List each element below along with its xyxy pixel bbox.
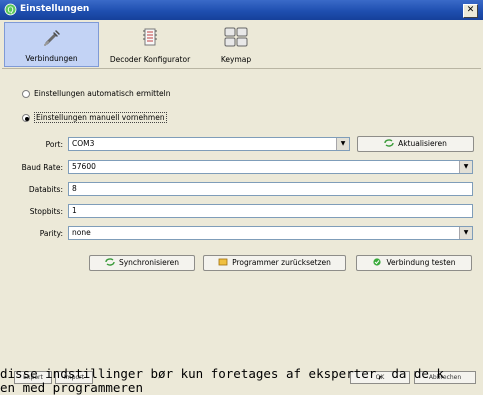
tab-verbindungen[interactable]: Verbindungen: [4, 22, 99, 67]
refresh-icon: [384, 139, 394, 147]
window-title: Einstellungen: [20, 4, 90, 14]
tab-label: Verbindungen: [25, 54, 78, 63]
radio-circle[interactable]: [22, 114, 30, 122]
settings-toolbar: Verbindungen Decoder Konfigurator Keymap: [2, 22, 481, 69]
cancel-button[interactable]: Abbrechen: [414, 371, 476, 384]
sync-icon: [105, 258, 115, 266]
chevron-down-icon[interactable]: ▼: [459, 227, 472, 239]
synchronize-button[interactable]: Synchronisieren: [89, 255, 195, 271]
databits-input[interactable]: 8: [68, 182, 473, 196]
test-connection-button[interactable]: Verbindung testen: [356, 255, 472, 271]
decoder-icon: [143, 28, 157, 46]
import-label: Import: [64, 374, 84, 381]
chevron-down-icon[interactable]: ▼: [459, 161, 472, 173]
refresh-label: Aktualisieren: [398, 139, 447, 148]
baud-rate-label: Baud Rate:: [21, 163, 63, 172]
databits-label: Databits:: [28, 185, 63, 194]
radio-circle[interactable]: [22, 90, 30, 98]
port-select[interactable]: COM3 ▼: [68, 137, 350, 151]
export-button[interactable]: Export: [14, 371, 52, 384]
tab-keymap[interactable]: Keymap: [202, 22, 270, 67]
synchronize-label: Synchronisieren: [118, 258, 180, 267]
reset-programmer-button[interactable]: Programmer zurücksetzen: [203, 255, 346, 271]
stopbits-label: Stopbits:: [29, 207, 63, 216]
tab-decoder-konfigurator[interactable]: Decoder Konfigurator: [102, 22, 198, 67]
reset-icon: [218, 258, 228, 266]
tab-label: Keymap: [220, 55, 252, 64]
close-button[interactable]: ✕: [463, 4, 478, 18]
dialog-footer: Export Import OK Abbrechen: [0, 368, 483, 395]
stopbits-input[interactable]: 1: [68, 204, 473, 218]
radio-label: Einstellungen automatisch ermitteln: [34, 89, 171, 98]
ok-button[interactable]: OK: [350, 371, 410, 384]
refresh-button[interactable]: Aktualisieren: [357, 136, 474, 152]
import-button[interactable]: Import: [55, 371, 93, 384]
plug-icon: [43, 30, 60, 46]
test-connection-label: Verbindung testen: [386, 258, 456, 267]
title-bar[interactable]: Q Einstellungen ✕: [0, 0, 483, 20]
app-icon: Q: [4, 3, 17, 16]
baud-rate-value: 57600: [72, 162, 96, 171]
databits-value: 8: [72, 184, 77, 193]
stopbits-value: 1: [72, 206, 77, 215]
baud-rate-select[interactable]: 57600 ▼: [68, 160, 473, 174]
reset-programmer-label: Programmer zurücksetzen: [232, 258, 331, 267]
check-circle-icon: [373, 258, 382, 266]
close-icon: ✕: [466, 5, 475, 15]
parity-select[interactable]: none ▼: [68, 226, 473, 240]
ok-label: OK: [375, 374, 385, 381]
chevron-down-icon[interactable]: ▼: [336, 138, 349, 150]
export-label: Export: [23, 374, 43, 381]
svg-text:Q: Q: [7, 6, 13, 15]
parity-label: Parity:: [39, 229, 63, 238]
port-value: COM3: [72, 139, 95, 148]
keymap-icon: [224, 27, 248, 47]
tab-label: Decoder Konfigurator: [109, 55, 191, 64]
settings-window: Q Einstellungen ✕ Verbindungen Decoder K…: [0, 0, 483, 395]
port-label: Port:: [45, 140, 63, 149]
cancel-label: Abbrechen: [428, 374, 462, 381]
radio-label: Einstellungen manuell vornehmen: [34, 112, 167, 123]
radio-dot: [25, 117, 29, 121]
parity-value: none: [72, 228, 91, 237]
